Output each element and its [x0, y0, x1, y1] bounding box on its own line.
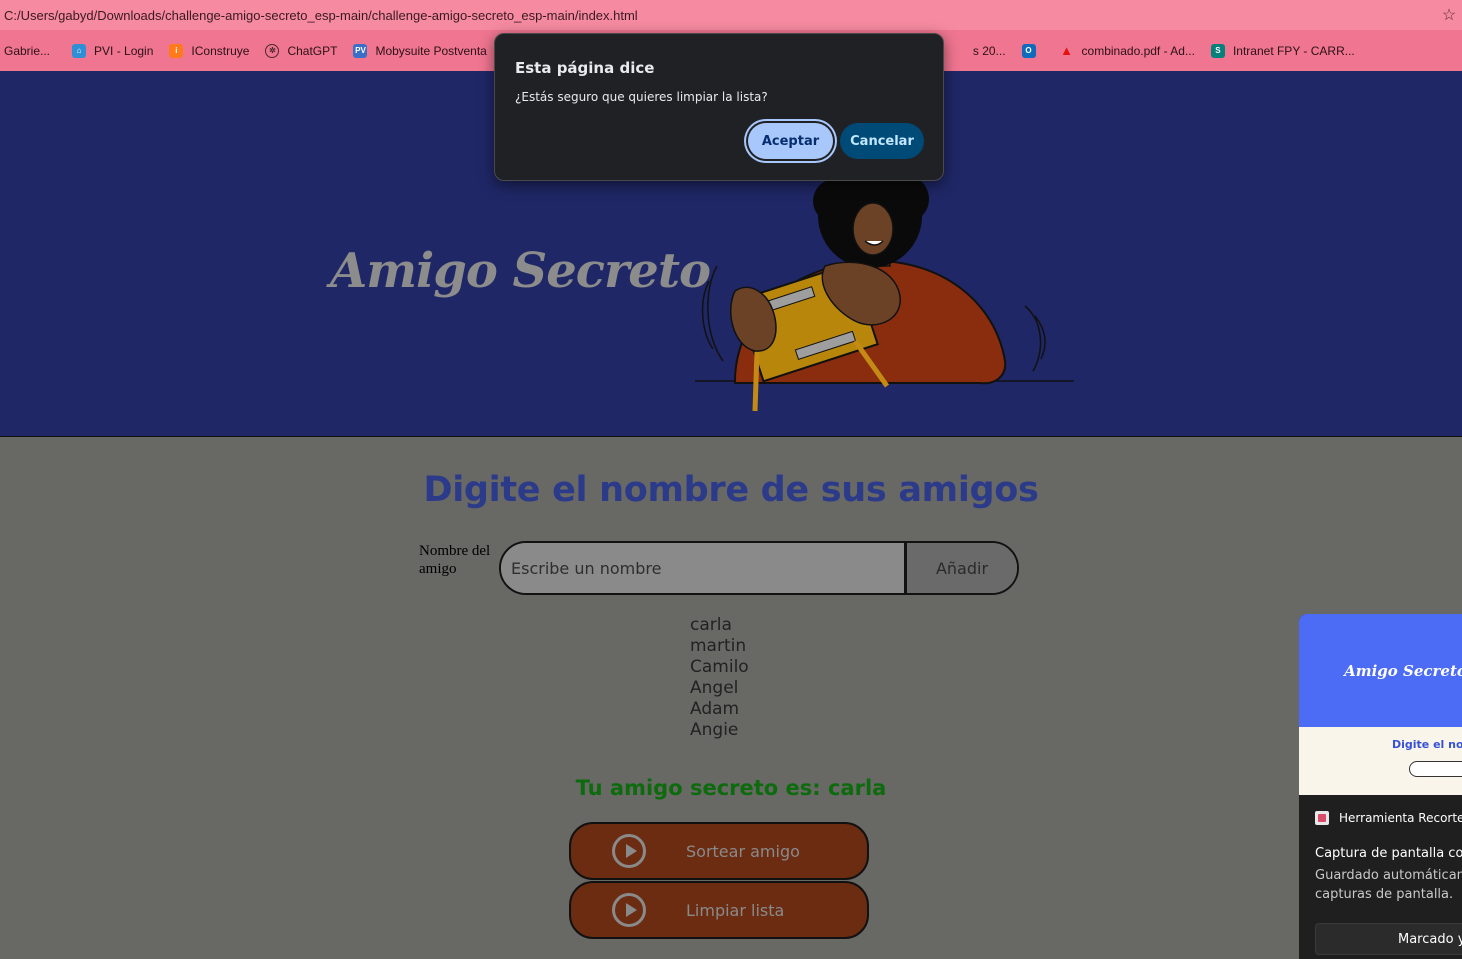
bookmark-combinado[interactable]: ▲ combinado.pdf - Ad... — [1060, 43, 1195, 58]
clear-list-label: Limpiar lista — [686, 900, 785, 920]
adobe-icon: ▲ — [1060, 43, 1073, 58]
iconstruye-icon: i — [169, 43, 184, 58]
chatgpt-icon: ✲ — [265, 43, 280, 58]
bookmark-label: Mobysuite Postventa — [375, 43, 487, 58]
clear-list-button[interactable]: Limpiar lista — [569, 881, 869, 939]
list-item: Camilo — [690, 657, 749, 677]
screenshot-preview-header: Amigo Secreto — [1299, 614, 1462, 727]
url-text[interactable]: C:/Users/gabyd/Downloads/challenge-amigo… — [4, 8, 1436, 23]
preview-input — [1409, 761, 1462, 777]
dialog-message: ¿Estás seguro que quieres limpiar la lis… — [515, 90, 768, 104]
draw-friend-label: Sortear amigo — [686, 841, 800, 861]
app-name: Herramienta Recortes — [1339, 811, 1462, 825]
bookmark-label: ChatGPT — [287, 43, 338, 58]
play-icon — [612, 893, 646, 927]
friend-name-input[interactable] — [501, 543, 907, 593]
sharepoint-icon: S — [1210, 43, 1225, 58]
star-icon[interactable]: ☆ — [1436, 5, 1462, 25]
page-title: Amigo Secreto — [330, 243, 711, 299]
bookmark-chatgpt[interactable]: ✲ ChatGPT — [265, 43, 338, 58]
draw-friend-button[interactable]: Sortear amigo — [569, 822, 869, 880]
home-icon: ⌂ — [72, 43, 87, 58]
bookmark-pvi-login[interactable]: ⌂ PVI - Login — [72, 43, 154, 58]
bookmark-label: Gabrie... — [4, 43, 51, 58]
dialog-title: Esta página dice — [515, 59, 655, 77]
cancel-button[interactable]: Cancelar — [840, 123, 924, 159]
bookmark-label: s 20... — [972, 43, 1006, 58]
friends-list: carla martin Camilo Angel Adam Angie — [690, 615, 749, 741]
bookmark-gabriel[interactable]: Gabrie... — [4, 44, 50, 58]
bookmark-label: IConstruye — [191, 43, 250, 58]
address-bar[interactable]: C:/Users/gabyd/Downloads/challenge-amigo… — [0, 0, 1462, 30]
section-title: Digite el nombre de sus amigos — [423, 470, 1039, 510]
bookmark-iconstruye[interactable]: i IConstruye — [169, 43, 250, 58]
snipping-tool-icon — [1315, 811, 1329, 825]
list-item: Angel — [690, 678, 739, 698]
preview-subtitle: Digite el nom — [1392, 738, 1462, 751]
friend-name-label: Nombre del amigo — [419, 543, 491, 577]
bookmark-mobysuite[interactable]: PV Mobysuite Postventa — [353, 43, 487, 58]
notification-body: Guardado automáticam capturas de pantall… — [1315, 868, 1462, 902]
list-item: Angie — [690, 720, 739, 740]
bookmark-label: combinado.pdf - Ad... — [1081, 43, 1195, 58]
list-item: Adam — [690, 699, 740, 719]
list-item: martin — [690, 636, 747, 656]
confirm-dialog: Esta página dice ¿Estás seguro que quier… — [494, 33, 944, 181]
secret-friend-result: Tu amigo secreto es: carla — [575, 776, 887, 800]
screenshot-preview-body: Digite el nom — [1299, 727, 1462, 795]
outlook-icon: O — [1021, 43, 1036, 58]
bookmark-label: PVI - Login — [94, 43, 154, 58]
bookmark-s20[interactable]: s 20... — [973, 44, 1006, 58]
bookmark-intranet[interactable]: S Intranet FPY - CARR... — [1210, 43, 1355, 58]
markup-button[interactable]: Marcado y — [1315, 923, 1462, 955]
person-with-gift-illustration — [695, 171, 1074, 412]
play-icon — [612, 834, 646, 868]
notification-app: Herramienta Recortes — [1315, 811, 1462, 825]
notification-title: Captura de pantalla cop — [1315, 846, 1462, 861]
snipping-notification[interactable]: Amigo Secreto Digite el nom Herramienta … — [1299, 614, 1462, 959]
bookmark-outlook[interactable]: O — [1021, 43, 1044, 58]
add-button[interactable]: Añadir — [907, 543, 1017, 593]
accept-button[interactable]: Aceptar — [748, 123, 833, 159]
list-item: carla — [690, 615, 732, 635]
friend-input-group: Añadir — [499, 541, 1019, 595]
pv-icon: PV — [353, 43, 368, 58]
preview-title: Amigo Secreto — [1344, 661, 1462, 680]
bookmark-label: Intranet FPY - CARR... — [1232, 43, 1355, 58]
